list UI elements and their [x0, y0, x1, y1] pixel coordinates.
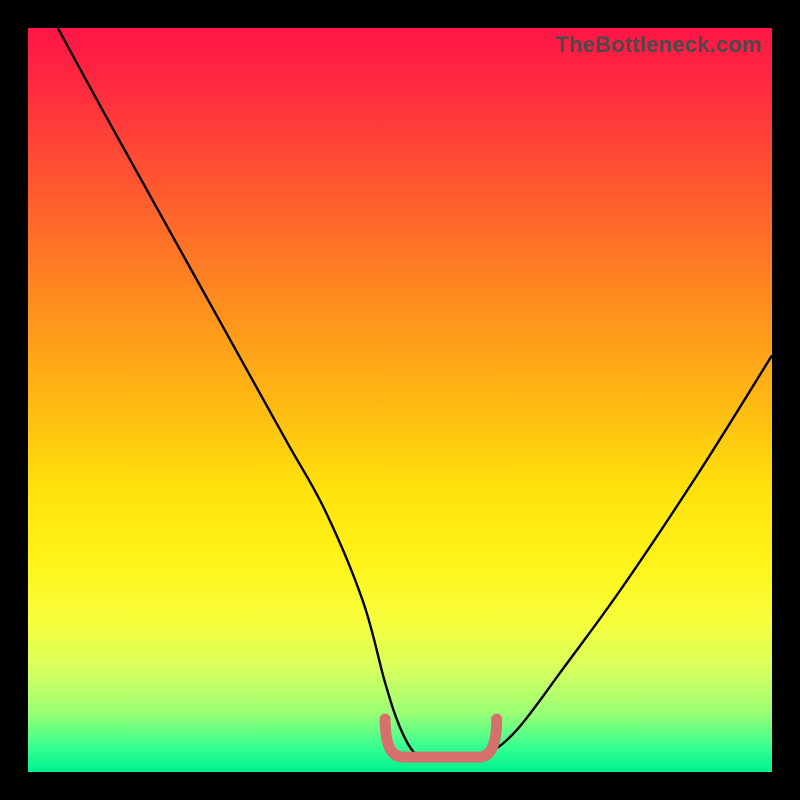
curve-layer: [28, 28, 772, 772]
bottleneck-curve: [58, 28, 772, 757]
chart-frame: TheBottleneck.com: [0, 0, 800, 800]
optimal-region-marker: [385, 719, 497, 757]
plot-area: TheBottleneck.com: [28, 28, 772, 772]
watermark-text: TheBottleneck.com: [556, 32, 762, 58]
